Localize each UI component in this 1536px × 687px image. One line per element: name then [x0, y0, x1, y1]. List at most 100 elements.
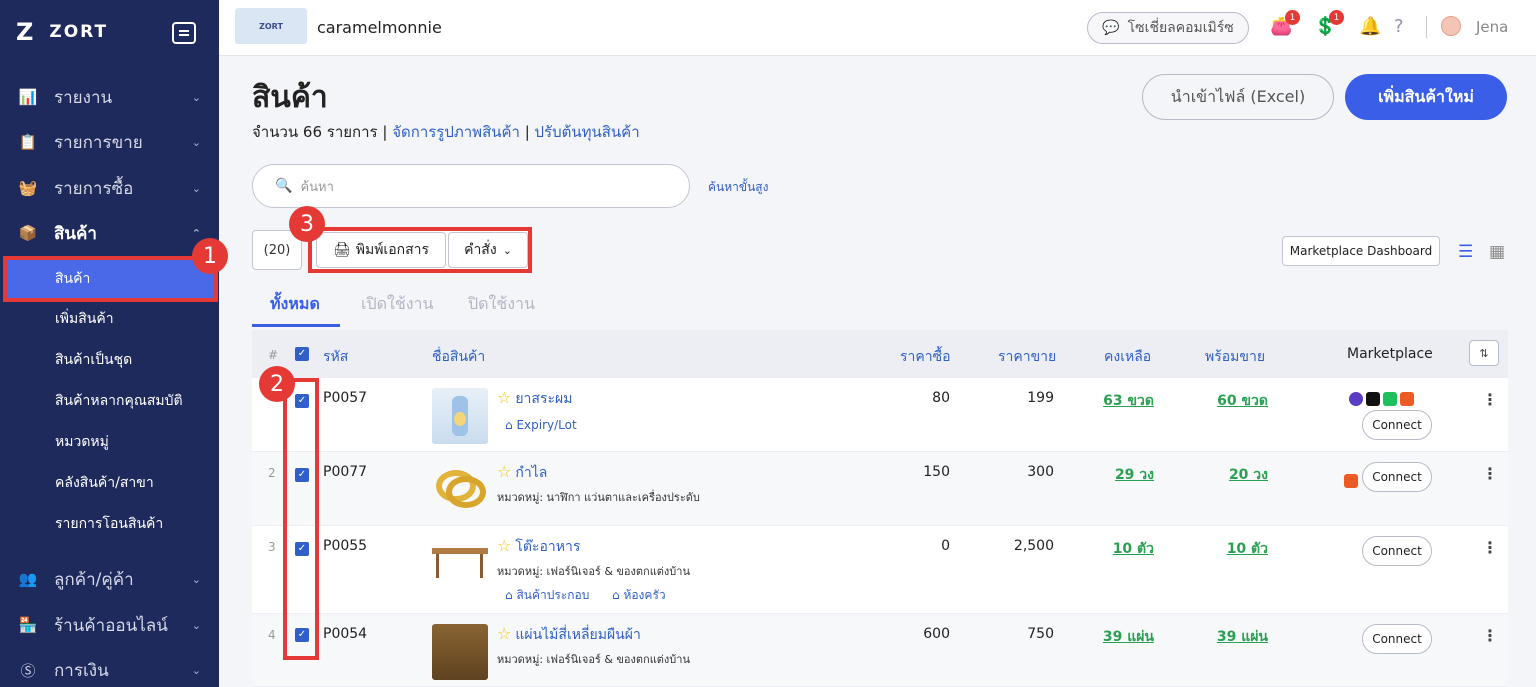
product-name[interactable]: ☆ แผ่นไม้สี่เหลี่ยมผืนผ้า — [497, 624, 641, 646]
adjust-cost-link[interactable]: ปรับต้นทุนสินค้า — [535, 123, 640, 141]
notification-badge: 1 — [1329, 10, 1344, 25]
star-icon[interactable]: ☆ — [497, 536, 511, 555]
sidebar-item-finance[interactable]: Ⓢ การเงิน ⌄ — [0, 650, 219, 687]
table-row[interactable]: 3 ✓ P0055 ☆ โต๊ะอาหาร หมวดหมู่: เฟอร์นิเจ… — [252, 526, 1508, 614]
row-buy-price: 0 — [941, 538, 950, 554]
sidebar-subitem-categories[interactable]: หมวดหมู่ — [0, 422, 219, 462]
select-all-checkbox[interactable]: ✓ — [295, 347, 309, 361]
row-sku: P0057 — [323, 390, 368, 406]
table-row[interactable]: ✓ P0057 ☆ ยาสระผม ⌂ Expiry/Lot 80 199 63 … — [252, 378, 1508, 452]
tab-all[interactable]: ทั้งหมด — [270, 292, 320, 317]
column-settings-icon[interactable]: ⇅ — [1469, 340, 1499, 366]
sidebar-subitem-label: หมวดหมู่ — [55, 434, 109, 450]
row-ready[interactable]: 20 วง — [1188, 464, 1268, 486]
shopee-icon — [1400, 392, 1414, 406]
col-ready[interactable]: พร้อมขาย — [1205, 346, 1265, 368]
row-stock[interactable]: 63 ขวด — [1074, 390, 1154, 412]
sidebar-item-customers[interactable]: 👥 ลูกค้า/คู่ค้า ⌄ — [0, 559, 219, 599]
import-excel-button[interactable]: นำเข้าไฟล์ (Excel) — [1142, 74, 1334, 120]
table-row[interactable]: 4 ✓ P0054 ☆ แผ่นไม้สี่เหลี่ยมผืนผ้า หมวดห… — [252, 614, 1508, 687]
row-stock[interactable]: 10 ตัว — [1074, 538, 1154, 560]
sidebar-subitem-label: สินค้าเป็นชุด — [55, 352, 133, 368]
social-commerce-button[interactable]: 💬 โซเชี่ยลคอมเมิร์ซ — [1087, 12, 1249, 44]
topbar: ZORT caramelmonnie 💬 โซเชี่ยลคอมเมิร์ซ 👛… — [219, 0, 1536, 56]
search-input[interactable]: 🔍 ค้นหา — [252, 164, 690, 208]
connect-button[interactable]: Connect — [1362, 624, 1432, 654]
sidebar-item-online-store[interactable]: 🏪 ร้านค้าออนไลน์ ⌄ — [0, 605, 219, 645]
row-buy-price: 150 — [923, 464, 950, 480]
page-title: สินค้า — [252, 80, 328, 115]
sidebar-item-products[interactable]: 📦 สินค้า ⌃ — [0, 213, 219, 253]
product-name[interactable]: ☆ โต๊ะอาหาร — [497, 536, 580, 558]
menu-toggle-icon[interactable] — [172, 22, 196, 44]
row-stock[interactable]: 29 วง — [1074, 464, 1154, 486]
chart-icon: 📊 — [18, 88, 38, 106]
more-options-icon[interactable]: ⋮ — [1482, 464, 1498, 483]
sidebar-subitem-warehouses[interactable]: คลังสินค้า/สาขา — [0, 463, 219, 503]
col-name[interactable]: ชื่อสินค้า — [432, 346, 485, 368]
add-product-button[interactable]: เพิ่มสินค้าใหม่ — [1345, 74, 1507, 120]
tag-text: สินค้าประกอบ — [516, 588, 590, 602]
bell-icon[interactable]: 🔔 — [1359, 16, 1381, 37]
manage-images-link[interactable]: จัดการรูปภาพสินค้า — [392, 123, 520, 141]
product-name-text: ยาสระผม — [515, 391, 573, 407]
avatar[interactable] — [1441, 16, 1461, 36]
star-icon[interactable]: ☆ — [497, 624, 511, 643]
shop-logo[interactable]: ZORT — [235, 8, 307, 44]
shop-name[interactable]: caramelmonnie — [317, 18, 442, 37]
row-ready[interactable]: 60 ขวด — [1188, 390, 1268, 412]
help-icon[interactable]: ? — [1394, 16, 1404, 37]
col-stock[interactable]: คงเหลือ — [1104, 346, 1151, 368]
col-sku[interactable]: รหัส — [323, 346, 348, 368]
sidebar-item-reports[interactable]: 📊 รายงาน ⌄ — [0, 77, 219, 117]
chevron-down-icon: ⌄ — [191, 572, 201, 586]
sidebar-subitem-bundles[interactable]: สินค้าเป็นชุด — [0, 340, 219, 380]
row-sku: P0077 — [323, 464, 368, 480]
sidebar-subitem-transfers[interactable]: รายการโอนสินค้า — [0, 504, 219, 544]
star-icon[interactable]: ☆ — [497, 388, 511, 407]
product-name[interactable]: ☆ กำไล — [497, 462, 547, 484]
marketplace-dashboard-button[interactable]: Marketplace Dashboard — [1282, 236, 1440, 266]
command-label: คำสั่ง — [464, 242, 497, 258]
sidebar-subitem-variants[interactable]: สินค้าหลากคุณสมบัติ — [0, 381, 219, 421]
user-name[interactable]: Jena — [1476, 18, 1508, 36]
col-buy-price[interactable]: ราคาซื้อ — [900, 346, 951, 368]
grid-view-icon[interactable]: ▦ — [1489, 242, 1505, 262]
connect-button[interactable]: Connect — [1362, 462, 1432, 492]
more-options-icon[interactable]: ⋮ — [1482, 626, 1498, 645]
col-sell-price[interactable]: ราคาขาย — [998, 346, 1056, 368]
print-documents-button[interactable]: 🖨 พิมพ์เอกสาร — [316, 232, 446, 268]
advanced-search-link[interactable]: ค้นหาขั้นสูง — [708, 178, 768, 197]
tab-active[interactable]: เปิดใช้งาน — [361, 292, 433, 317]
tab-inactive[interactable]: ปิดใช้งาน — [468, 292, 535, 317]
row-sell-price: 750 — [1027, 626, 1054, 642]
command-dropdown[interactable]: คำสั่ง ⌄ — [448, 232, 528, 268]
more-options-icon[interactable]: ⋮ — [1482, 390, 1498, 409]
star-icon[interactable]: ☆ — [497, 462, 511, 481]
row-ready[interactable]: 39 แผ่น — [1188, 626, 1268, 648]
product-name[interactable]: ☆ ยาสระผม — [497, 388, 572, 410]
store-icon: 🏪 — [18, 616, 38, 634]
clipboard-icon: 📋 — [18, 133, 38, 151]
sidebar-subitem-products[interactable]: สินค้า — [3, 256, 218, 302]
sidebar-subitem-add-product[interactable]: เพิ่มสินค้า — [0, 299, 219, 339]
brand-logo[interactable]: Z ZORT — [16, 18, 108, 46]
row-buy-price: 600 — [923, 626, 950, 642]
connect-button[interactable]: Connect — [1362, 410, 1432, 440]
tag-label[interactable]: ⌂ ห้องครัว — [612, 586, 666, 605]
sidebar-item-sales[interactable]: 📋 รายการขาย ⌄ — [0, 122, 219, 162]
money-icon: Ⓢ — [20, 661, 36, 680]
connect-button[interactable]: Connect — [1362, 536, 1432, 566]
sidebar-item-purchases[interactable]: 🧺 รายการซื้อ ⌄ — [0, 168, 219, 208]
chevron-down-icon: ⌄ — [191, 618, 201, 632]
more-options-icon[interactable]: ⋮ — [1482, 538, 1498, 557]
tag-label[interactable]: ⌂ สินค้าประกอบ — [505, 586, 589, 605]
product-category: หมวดหมู่: นาฬิกา แว่นตาและเครื่องประดับ — [497, 491, 700, 504]
row-stock[interactable]: 39 แผ่น — [1074, 626, 1154, 648]
tag-label[interactable]: ⌂ Expiry/Lot — [505, 418, 577, 432]
list-view-icon[interactable]: ☰ — [1458, 242, 1473, 262]
tag-text: Expiry/Lot — [516, 418, 577, 432]
row-sell-price: 199 — [1027, 390, 1054, 406]
row-ready[interactable]: 10 ตัว — [1188, 538, 1268, 560]
table-row[interactable]: 2 ✓ P0077 ☆ กำไล หมวดหมู่: นาฬิกา แว่นตาแ… — [252, 452, 1508, 526]
